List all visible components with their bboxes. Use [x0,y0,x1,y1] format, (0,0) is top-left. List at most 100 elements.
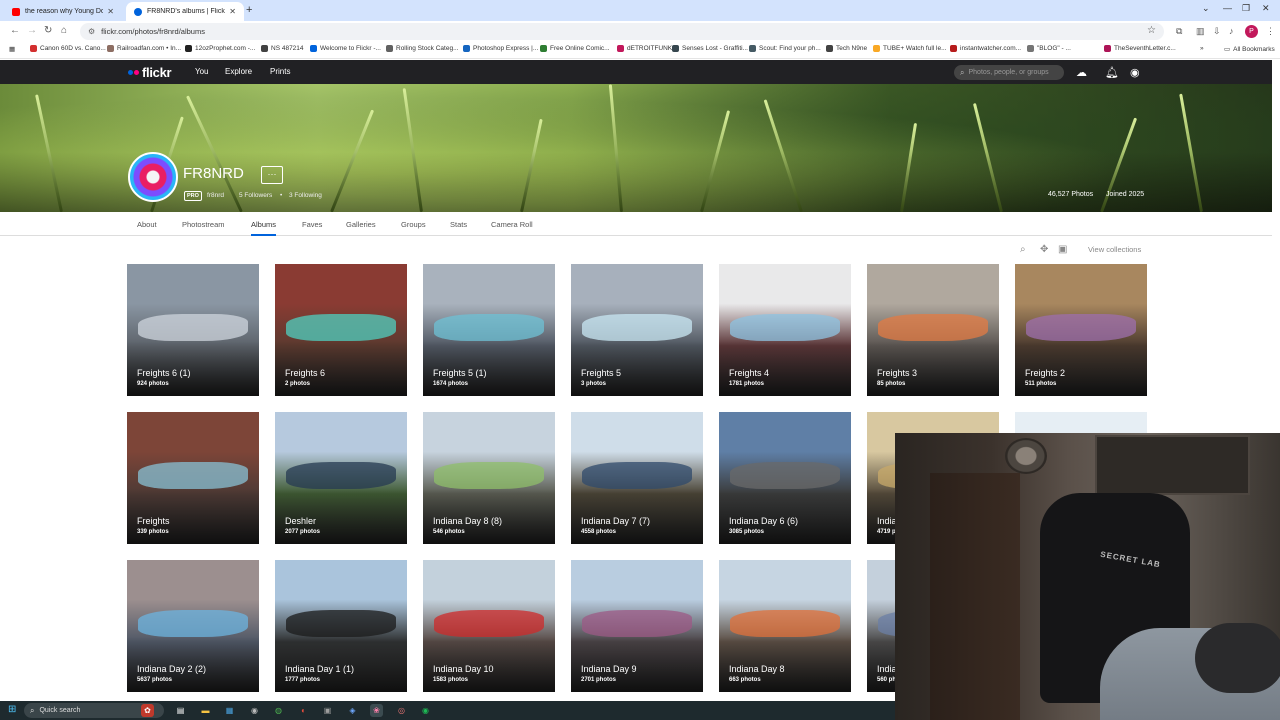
bookmark-item[interactable]: Tech N9ne [826,45,867,52]
bookmark-item[interactable]: Railroadfan.com • In... [107,45,181,52]
media-icon[interactable]: ♪ [1229,26,1234,36]
organize-icon[interactable]: ✥ [1040,244,1048,255]
album-tile[interactable]: Freights 5 (1) 1674 photos [423,264,555,396]
flickr-logo[interactable]: flickr [128,65,172,80]
tab-stats[interactable]: Stats [450,220,467,229]
tab-camera-roll[interactable]: Camera Roll [491,220,533,229]
active-app-icon[interactable]: ❀ [370,704,383,717]
browser-tab-youtube[interactable]: the reason why Young Dolph was... ✕ [4,2,122,21]
bookmark-item[interactable]: Canon 60D vs. Cano... [30,45,106,52]
bookmark-item[interactable]: 12ozProphet.com -... [185,45,255,52]
notifications-bell-icon[interactable]: 🔔︎ [1105,66,1119,79]
bookmark-favicon [672,45,679,52]
bookmark-item[interactable]: Rolling Stock Categ... [386,45,459,52]
windows-start-icon[interactable]: ⊞ [8,704,16,715]
album-title: Indiana Day 2 (2) [137,664,207,674]
bookmark-item[interactable]: TheSeventhLetter.c... [1104,45,1176,52]
new-tab-icon[interactable]: + [246,4,252,16]
close-window-icon[interactable]: ✕ [1262,3,1270,14]
tab-groups[interactable]: Groups [401,220,426,229]
forward-icon[interactable]: → [27,25,37,36]
album-search-icon[interactable]: ⌕ [1020,244,1026,255]
bookmark-item[interactable]: Free Online Comic... [540,45,610,52]
album-tile[interactable]: Indiana Day 7 (7) 4558 photos [571,412,703,544]
profile-subnav: About Photostream Albums Faves Galleries… [0,212,1272,236]
profile-more-button[interactable]: ··· [261,166,283,184]
wall-clock [1005,438,1047,474]
sidepanel-icon[interactable]: ▥ [1196,26,1205,37]
media-app-icon[interactable]: ◐ [297,704,310,717]
album-tile[interactable]: Indiana Day 6 (6) 3085 photos [719,412,851,544]
tab-albums[interactable]: Albums [251,220,277,236]
browser-tab-flickr[interactable]: FR8NRD's albums | Flickr ✕ [126,2,244,21]
album-tile[interactable]: Freights 2 511 photos [1015,264,1147,396]
site-info-icon[interactable]: ⚙ [88,27,95,36]
back-icon[interactable]: ← [10,25,20,36]
album-tile[interactable]: Freights 339 photos [127,412,259,544]
bookmark-item[interactable]: Photoshop Express |... [463,45,538,52]
all-bookmarks[interactable]: ▭ All Bookmarks [1224,45,1275,54]
browser-menu-icon[interactable]: ⋮ [1266,26,1275,37]
create-album-icon[interactable]: ▣ [1058,244,1067,255]
more-bookmarks-icon[interactable]: » [1200,45,1204,52]
following-link[interactable]: 3 Following [289,192,322,199]
address-bar[interactable]: ⚙ flickr.com/photos/fr8nrd/albums ☆ [80,23,1164,40]
widget-icon[interactable]: ✿ [141,704,154,717]
album-tile[interactable]: Freights 4 1781 photos [719,264,851,396]
profile-avatar[interactable] [128,152,178,202]
app-icon[interactable]: ◈ [346,704,359,717]
task-view-icon[interactable]: ▤ [174,704,187,717]
album-tile[interactable]: Freights 6 (1) 924 photos [127,264,259,396]
album-tile[interactable]: Indiana Day 8 (8) 546 photos [423,412,555,544]
close-tab-icon[interactable]: ✕ [229,7,236,16]
account-icon[interactable]: ◉ [1130,66,1140,79]
album-tile[interactable]: Indiana Day 9 2701 photos [571,560,703,692]
bookmark-item[interactable]: dETROITFUNK [617,45,672,52]
bookmark-item[interactable]: instantwatcher.com... [950,45,1021,52]
album-tile[interactable]: Indiana Day 1 (1) 1777 photos [275,560,407,692]
bookmark-item[interactable]: Scout: Find your ph... [749,45,821,52]
home-icon[interactable]: ⌂ [61,25,67,36]
upload-icon[interactable]: ☁ [1076,66,1087,79]
nav-you[interactable]: You [195,67,209,76]
tab-search-icon[interactable]: ⌄ [1202,3,1210,14]
album-tile[interactable]: Deshler 2077 photos [275,412,407,544]
nav-prints[interactable]: Prints [270,67,290,76]
tab-galleries[interactable]: Galleries [346,220,376,229]
followers-link[interactable]: 5 Followers [239,192,272,199]
bookmark-star-icon[interactable]: ☆ [1147,25,1156,36]
reload-icon[interactable]: ↻ [44,25,52,36]
album-tile[interactable]: Indiana Day 8 663 photos [719,560,851,692]
view-collections-link[interactable]: View collections [1088,245,1141,254]
search-icon: ⌕ [30,705,35,715]
spotify-icon[interactable]: ◉ [419,704,432,717]
bookmark-item[interactable]: TUBE+ Watch full le... [873,45,947,52]
album-tile[interactable]: Freights 3 85 photos [867,264,999,396]
bookmark-item[interactable]: "BLOG" - ... [1027,45,1071,52]
nav-explore[interactable]: Explore [225,67,252,76]
bookmark-item[interactable]: Welcome to Flickr -... [310,45,381,52]
album-tile[interactable]: Freights 5 3 photos [571,264,703,396]
tab-faves[interactable]: Faves [302,220,322,229]
extensions-icon[interactable]: ⧉ [1176,26,1182,37]
store-icon[interactable]: ▦ [223,704,236,717]
apps-icon[interactable]: ▦ [9,45,15,53]
album-tile[interactable]: Indiana Day 2 (2) 5637 photos [127,560,259,692]
profile-avatar[interactable]: P [1245,25,1258,38]
close-tab-icon[interactable]: ✕ [107,7,114,16]
maximize-icon[interactable]: ❐ [1242,3,1250,14]
app-icon[interactable]: ◎ [395,704,408,717]
app-icon[interactable]: ▣ [321,704,334,717]
album-tile[interactable]: Freights 6 2 photos [275,264,407,396]
tab-about[interactable]: About [137,220,157,229]
bookmark-item[interactable]: NS 487214 [261,45,304,52]
tab-photostream[interactable]: Photostream [182,220,225,229]
downloads-icon[interactable]: ⇩ [1213,26,1221,37]
minimize-icon[interactable]: — [1223,3,1232,13]
bookmark-item[interactable]: Senses Lost - Graffiti... [672,45,748,52]
file-explorer-icon[interactable]: ▬ [199,704,212,717]
album-tile[interactable]: Indiana Day 10 1583 photos [423,560,555,692]
flickr-search-input[interactable]: ⌕ Photos, people, or groups [954,65,1064,80]
steam-icon[interactable]: ◉ [248,704,261,717]
chrome-icon[interactable]: ◍ [272,704,285,717]
